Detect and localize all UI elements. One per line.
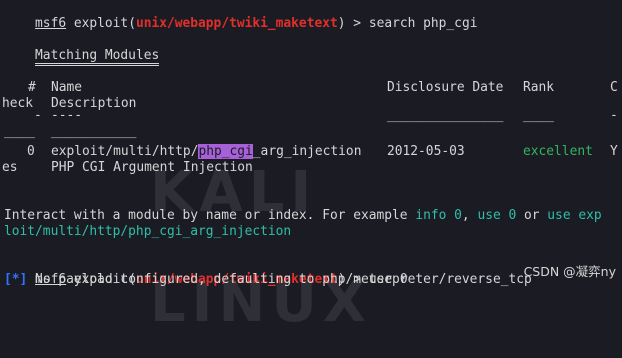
interact-use-example: use 0 — [477, 208, 517, 223]
interact-use-module-example-cont: loit/multi/http/php_cgi_arg_injection — [4, 224, 292, 239]
row-module-prefix: exploit/multi/http/ — [51, 144, 199, 159]
col-rank-header: Rank — [523, 80, 555, 95]
dash-name: ---- — [51, 108, 83, 123]
interact-use-module-example: use exp — [547, 208, 602, 223]
prompt-line-use: msf6 exploit(unix/webapp/twiki_maketext)… — [35, 272, 408, 287]
row-module-name[interactable]: exploit/multi/http/php_cgi_arg_injection — [51, 144, 361, 160]
row-check-cont: es — [2, 160, 18, 175]
interact-prefix: Interact with a module by name or index.… — [4, 208, 416, 223]
row-description: PHP CGI Argument Injection — [51, 160, 253, 175]
dash-desc: ___________ — [51, 124, 137, 139]
col-check-header: C — [610, 80, 618, 95]
csdn-credit: CSDN @凝弈ny — [523, 264, 616, 279]
search-command: search php_cgi — [368, 16, 478, 31]
col-check-header-cont: heck — [2, 96, 34, 111]
prompt-cmd: exploit — [73, 16, 129, 31]
row-module-suffix: _arg_injection — [252, 144, 362, 159]
row-module-match: php_cgi — [198, 144, 253, 159]
dash-num: - — [34, 108, 42, 123]
payload-message: No payload configured, defaulting to php… — [27, 272, 532, 287]
interact-sep2: or — [516, 208, 548, 223]
row-rank: excellent — [523, 144, 593, 159]
interact-hint-line: Interact with a module by name or index.… — [4, 208, 602, 224]
info-tag: [*] — [4, 272, 28, 287]
row-check: Y — [610, 144, 618, 159]
prompt-symbol: > — [353, 16, 362, 31]
matching-modules-title: Matching Modules — [4, 32, 160, 66]
col-num-header: # — [28, 80, 36, 95]
dash-disclosure: _______________ — [387, 108, 504, 123]
interact-sep1: , — [461, 208, 478, 223]
interact-hint-line-wrapped: loit/multi/http/php_cgi_arg_injection — [4, 224, 291, 240]
matching-modules-label: Matching Modules — [35, 48, 160, 66]
payload-info-line: [*] No payload configured, defaulting to… — [4, 272, 532, 288]
col-name-header: Name — [51, 80, 83, 95]
dash-check: - — [610, 108, 618, 123]
col-disclosure-header: Disclosure Date — [387, 80, 504, 95]
prompt-line-search: msf6 exploit(unix/webapp/twiki_maketext)… — [35, 16, 478, 31]
terminal-window[interactable]: KALI LINUX msf6 exploit(unix/webapp/twik… — [0, 0, 622, 335]
interact-info-example: info 0 — [415, 208, 462, 223]
dash-check-cont: ____ — [4, 124, 36, 139]
row-num: 0 — [27, 144, 35, 159]
dash-rank: ____ — [523, 108, 555, 123]
prompt-name: msf6 — [35, 16, 67, 31]
prompt-module: unix/webapp/twiki_maketext — [135, 16, 338, 31]
row-date: 2012-05-03 — [387, 144, 465, 159]
